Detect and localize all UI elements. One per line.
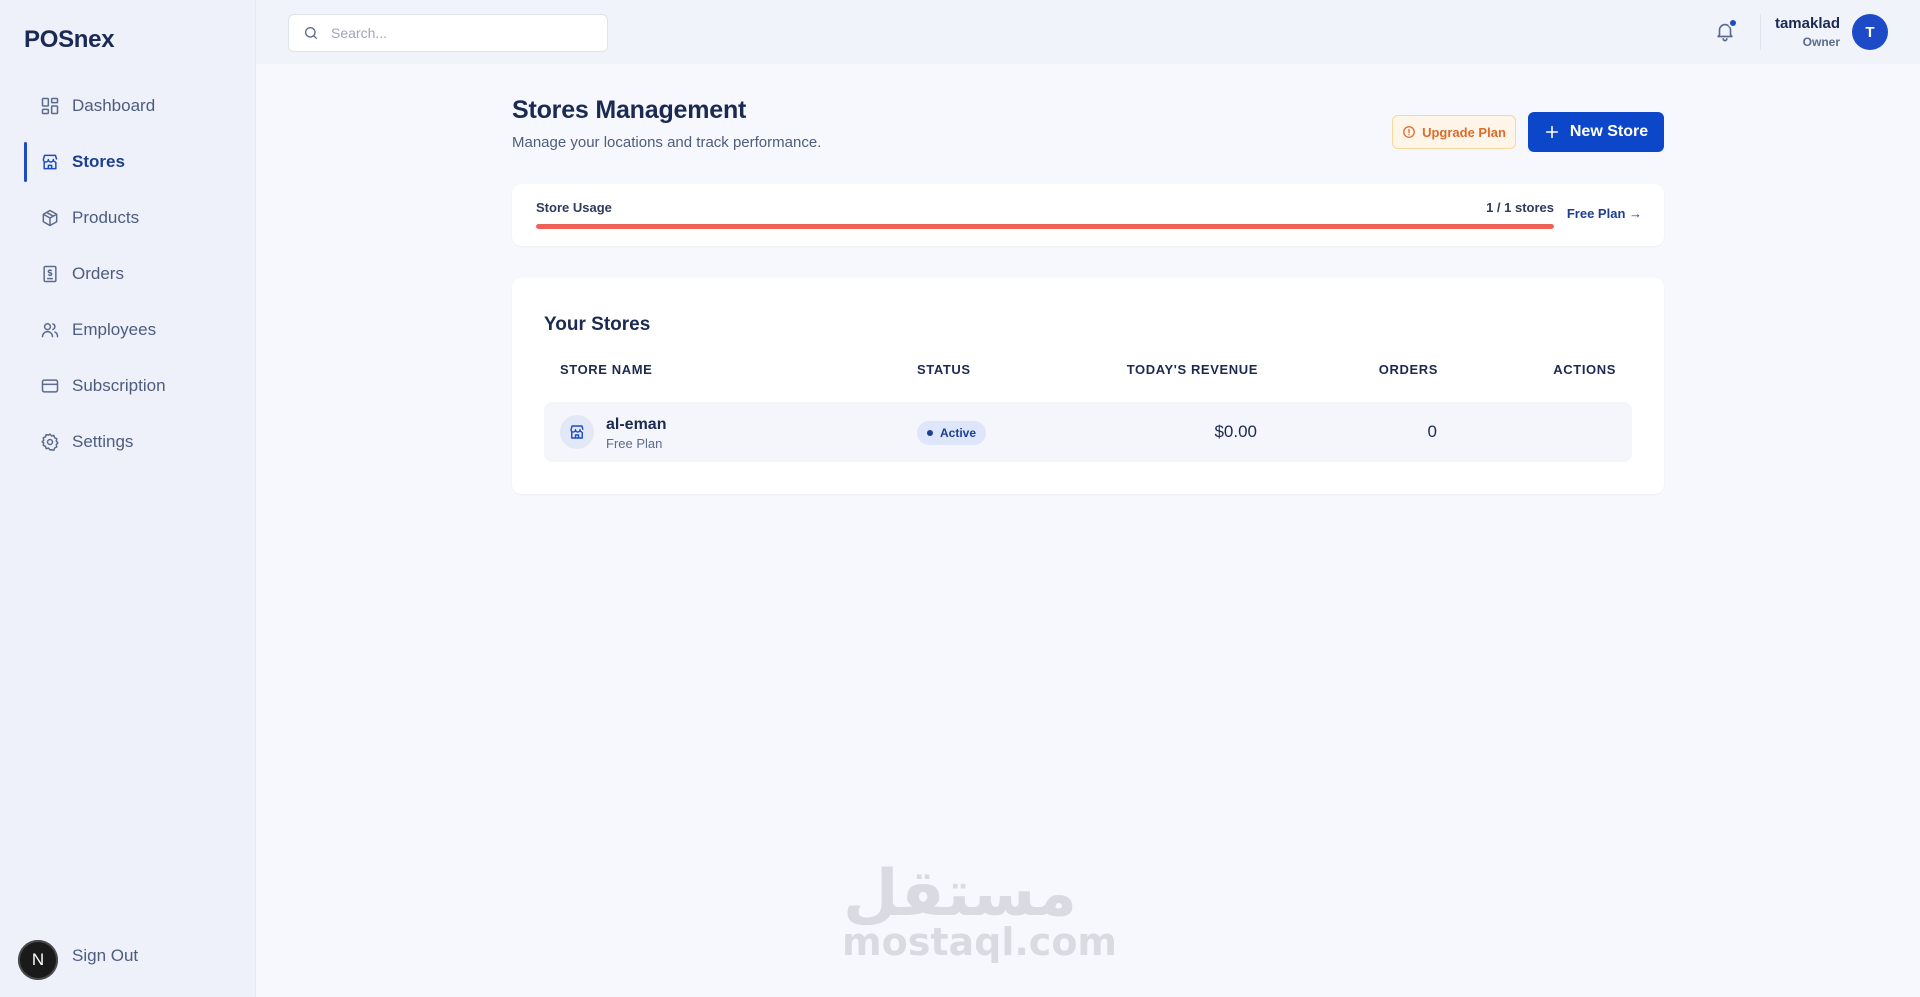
column-header-store-name: STORE NAME (560, 362, 653, 377)
watermark: مستقل mostaql.com (842, 857, 1118, 964)
column-header-orders: ORDERS (1378, 362, 1438, 377)
store-revenue: $0.00 (1214, 422, 1257, 441)
page-subtitle: Manage your locations and track performa… (512, 134, 822, 151)
search-input[interactable] (331, 25, 591, 41)
sidebar-item-orders[interactable]: Orders (0, 252, 256, 296)
column-header-revenue: TODAY'S REVENUE (1126, 362, 1258, 377)
store-name[interactable]: al-eman (606, 416, 666, 434)
upgrade-plan-label: Upgrade Plan (1422, 124, 1506, 140)
avatar[interactable]: T (1852, 14, 1888, 50)
watermark-latin: mostaql.com (842, 920, 1118, 964)
gear-icon (40, 432, 60, 452)
usage-progress-fill (536, 224, 1554, 229)
free-plan-link[interactable]: Free Plan → (1567, 206, 1642, 221)
usage-progress-bar (536, 224, 1554, 229)
dashboard-icon (40, 96, 60, 116)
sign-out-button[interactable]: Sign Out (0, 936, 256, 976)
sidebar-item-label: Employees (72, 320, 157, 339)
app-logo[interactable]: POSnex (24, 26, 115, 54)
search-icon (303, 25, 319, 41)
receipt-icon (40, 264, 60, 284)
status-dot (927, 430, 933, 436)
sidebar-item-label: Products (72, 208, 140, 227)
store-orders: 0 (1427, 422, 1437, 441)
search-box[interactable] (288, 14, 608, 52)
table-row[interactable]: al-eman Free Plan Active $0.00 0 (544, 402, 1632, 462)
sidebar-item-label: Settings (72, 432, 134, 451)
store-icon (560, 415, 594, 449)
store-usage-card: Store Usage 1 / 1 stores Free Plan → (512, 184, 1664, 246)
sidebar-item-label: Subscription (72, 376, 166, 395)
user-role: Owner (1802, 35, 1840, 49)
sidebar-item-stores[interactable]: Stores (0, 140, 256, 184)
stores-table-card: Your Stores STORE NAME STATUS TODAY'S RE… (512, 278, 1664, 494)
user-info[interactable]: tamaklad Owner (1775, 15, 1840, 49)
notifications-button[interactable] (1714, 18, 1738, 42)
plus-icon (1544, 124, 1560, 140)
page-title: Stores Management (512, 96, 747, 124)
store-icon (40, 152, 60, 172)
sidebar-item-products[interactable]: Products (0, 196, 256, 240)
store-plan: Free Plan (606, 436, 663, 451)
usage-count: 1 / 1 stores (1486, 200, 1554, 215)
sidebar-item-subscription[interactable]: Subscription (0, 364, 256, 408)
sidebar-nav: Dashboard Stores Products Orders Employe… (0, 84, 256, 476)
sidebar-item-dashboard[interactable]: Dashboard (0, 84, 256, 128)
top-bar: tamaklad Owner T (256, 0, 1920, 64)
column-header-status: STATUS (917, 362, 971, 377)
user-name: tamaklad (1774, 15, 1840, 32)
upgrade-plan-button[interactable]: Upgrade Plan (1392, 115, 1516, 149)
usage-label: Store Usage (536, 200, 612, 215)
alert-circle-icon (1402, 125, 1416, 139)
stores-section-title: Your Stores (544, 314, 651, 335)
package-icon (40, 208, 60, 228)
status-badge: Active (917, 421, 987, 445)
watermark-arabic: مستقل (842, 857, 1078, 931)
sidebar: POSnex Dashboard Stores Products Orders (0, 0, 256, 997)
sidebar-item-label: Stores (72, 152, 125, 171)
credit-card-icon (40, 376, 60, 396)
sidebar-item-label: Dashboard (72, 96, 156, 115)
notification-dot (1728, 18, 1738, 28)
sidebar-item-employees[interactable]: Employees (0, 308, 256, 352)
users-icon (40, 320, 60, 340)
new-store-button[interactable]: New Store (1528, 112, 1664, 152)
sidebar-item-settings[interactable]: Settings (0, 420, 256, 464)
divider (1760, 14, 1761, 50)
column-header-actions: ACTIONS (1553, 362, 1616, 377)
new-store-label: New Store (1569, 123, 1649, 140)
sidebar-item-label: Orders (72, 264, 124, 283)
status-label: Active (940, 426, 977, 440)
